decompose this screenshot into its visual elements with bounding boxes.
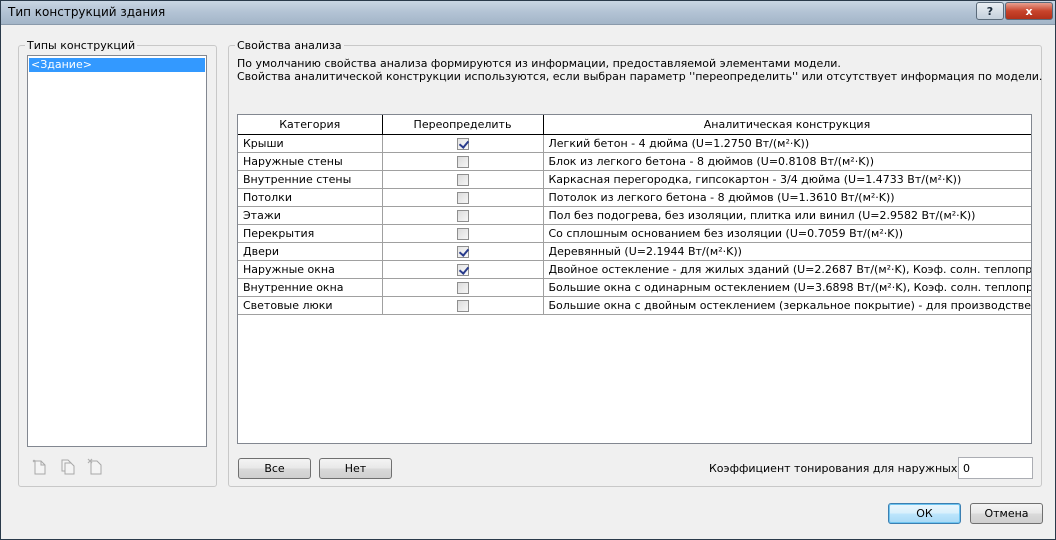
- list-toolbar: [31, 458, 105, 476]
- analysis-properties-label: Свойства анализа: [235, 39, 344, 52]
- override-cell: [382, 170, 544, 189]
- override-checkbox[interactable]: [456, 137, 469, 150]
- override-checkbox[interactable]: [456, 299, 469, 312]
- description-line-2: Свойства аналитической конструкции испол…: [237, 70, 1043, 83]
- table-row[interactable]: Внутренние стены Каркасная перегородка, г…: [238, 170, 1031, 189]
- override-cell: [382, 242, 544, 261]
- construction-cell[interactable]: Пол без подогрева, без изоляции, плитка …: [543, 206, 1031, 225]
- close-button[interactable]: x: [1005, 2, 1053, 20]
- override-checkbox[interactable]: [456, 227, 469, 240]
- override-cell: [382, 224, 544, 243]
- override-cell: [382, 206, 544, 225]
- override-cell: [382, 188, 544, 207]
- category-cell[interactable]: Световые люки: [238, 296, 383, 315]
- table-row[interactable]: Крыши Легкий бетон - 4 дюйма (U=1.2750 Вт…: [238, 134, 1031, 153]
- category-cell[interactable]: Перекрытия: [238, 224, 383, 243]
- dialog-window: Тип конструкций здания ? x Типы конструк…: [0, 0, 1056, 540]
- override-cell: [382, 152, 544, 171]
- shading-coefficient-input[interactable]: [958, 457, 1033, 479]
- title-bar[interactable]: Тип конструкций здания ? x: [1, 1, 1055, 25]
- analysis-description: По умолчанию свойства анализа формируютс…: [237, 57, 1042, 83]
- list-item-building[interactable]: <Здание>: [29, 58, 205, 72]
- duplicate-icon[interactable]: [59, 458, 77, 476]
- construction-cell[interactable]: Со сплошным основанием без изоляции (U=0…: [543, 224, 1031, 243]
- table-row[interactable]: Двери Деревянный (U=2.1944 Вт/(м²·K)): [238, 242, 1031, 261]
- construction-cell[interactable]: Большие окна с двойным остеклением (зерк…: [543, 296, 1031, 315]
- category-cell[interactable]: Внутренние окна: [238, 278, 383, 297]
- override-checkbox[interactable]: [456, 191, 469, 204]
- construction-types-list[interactable]: <Здание>: [27, 55, 207, 447]
- analysis-grid: Категория Переопределить Аналитическая к…: [237, 114, 1032, 444]
- window-title: Тип конструкций здания: [8, 5, 166, 19]
- ok-button[interactable]: ОК: [888, 503, 961, 524]
- construction-cell[interactable]: Потолок из легкого бетона - 8 дюймов (U=…: [543, 188, 1031, 207]
- category-cell[interactable]: Наружные стены: [238, 152, 383, 171]
- category-cell[interactable]: Внутренние стены: [238, 170, 383, 189]
- construction-cell[interactable]: Блок из легкого бетона - 8 дюймов (U=0.8…: [543, 152, 1031, 171]
- table-row[interactable]: Наружные стены Блок из легкого бетона - 8…: [238, 152, 1031, 171]
- override-checkbox[interactable]: [456, 245, 469, 258]
- override-checkbox[interactable]: [456, 209, 469, 222]
- description-line-1: По умолчанию свойства анализа формируютс…: [237, 57, 841, 70]
- override-cell: [382, 134, 544, 153]
- category-cell[interactable]: Двери: [238, 242, 383, 261]
- help-button[interactable]: ?: [976, 2, 1004, 20]
- construction-cell[interactable]: Легкий бетон - 4 дюйма (U=1.2750 Вт/(м²·…: [543, 134, 1031, 153]
- table-row[interactable]: Световые люки Большие окна с двойным осте…: [238, 296, 1031, 315]
- override-checkbox[interactable]: [456, 263, 469, 276]
- grid-header-row: Категория Переопределить Аналитическая к…: [238, 115, 1031, 135]
- construction-cell[interactable]: Двойное остекление - для жилых зданий (U…: [543, 260, 1031, 279]
- category-cell[interactable]: Наружные окна: [238, 260, 383, 279]
- table-row[interactable]: Внутренние окна Большие окна с одинарным …: [238, 278, 1031, 297]
- category-cell[interactable]: Крыши: [238, 134, 383, 153]
- category-cell[interactable]: Этажи: [238, 206, 383, 225]
- shading-coefficient-label: Коэффициент тонирования для наружных око…: [709, 462, 992, 475]
- table-row[interactable]: Наружные окна Двойное остекление - для жи…: [238, 260, 1031, 279]
- construction-cell[interactable]: Каркасная перегородка, гипсокартон - 3/4…: [543, 170, 1031, 189]
- table-row[interactable]: Перекрытия Со сплошным основанием без изо…: [238, 224, 1031, 243]
- category-cell[interactable]: Потолки: [238, 188, 383, 207]
- column-header-override[interactable]: Переопределить: [382, 115, 544, 135]
- select-all-button[interactable]: Все: [238, 458, 311, 479]
- construction-cell[interactable]: Деревянный (U=2.1944 Вт/(м²·K)): [543, 242, 1031, 261]
- override-checkbox[interactable]: [456, 155, 469, 168]
- construction-types-label: Типы конструкций: [25, 39, 138, 52]
- override-cell: [382, 278, 544, 297]
- column-header-category[interactable]: Категория: [238, 115, 383, 135]
- override-cell: [382, 260, 544, 279]
- column-header-construction[interactable]: Аналитическая конструкция: [543, 115, 1031, 135]
- table-row[interactable]: Потолки Потолок из легкого бетона - 8 дюй…: [238, 188, 1031, 207]
- override-checkbox[interactable]: [456, 173, 469, 186]
- override-checkbox[interactable]: [456, 281, 469, 294]
- new-type-icon[interactable]: [31, 458, 49, 476]
- select-none-button[interactable]: Нет: [319, 458, 392, 479]
- table-row[interactable]: Этажи Пол без подогрева, без изоляции, пл…: [238, 206, 1031, 225]
- delete-icon[interactable]: [87, 458, 105, 476]
- cancel-button[interactable]: Отмена: [970, 503, 1043, 524]
- construction-cell[interactable]: Большие окна с одинарным остеклением (U=…: [543, 278, 1031, 297]
- override-cell: [382, 296, 544, 315]
